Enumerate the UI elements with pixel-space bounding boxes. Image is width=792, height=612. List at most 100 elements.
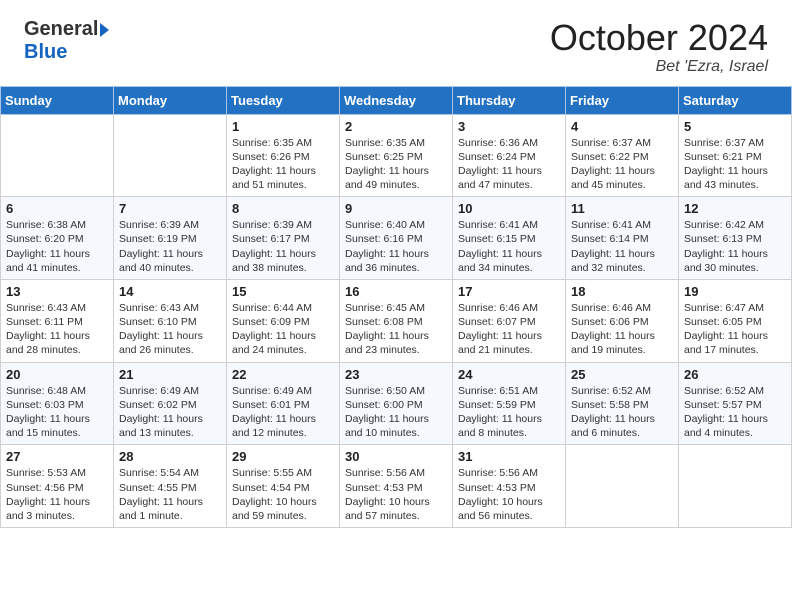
calendar-cell: 13 Sunrise: 6:43 AM Sunset: 6:11 PM Dayli…	[1, 279, 114, 362]
title-block: October 2024 Bet 'Ezra, Israel	[550, 18, 768, 76]
day-info: Sunrise: 6:40 AM Sunset: 6:16 PM Dayligh…	[345, 218, 447, 275]
day-info: Sunrise: 6:35 AM Sunset: 6:26 PM Dayligh…	[232, 136, 334, 193]
day-number: 10	[458, 201, 560, 216]
calendar-cell: 7Sunrise: 6:39 AM Sunset: 6:19 PM Daylig…	[114, 197, 227, 280]
day-number: 13	[6, 284, 108, 299]
day-number: 25	[571, 367, 673, 382]
day-info: Sunrise: 6:46 AM Sunset: 6:07 PM Dayligh…	[458, 301, 560, 358]
day-info: Sunrise: 5:56 AM Sunset: 4:53 PM Dayligh…	[345, 466, 447, 523]
day-info: Sunrise: 6:41 AM Sunset: 6:14 PM Dayligh…	[571, 218, 673, 275]
day-number: 9	[345, 201, 447, 216]
calendar-table: SundayMondayTuesdayWednesdayThursdayFrid…	[0, 86, 792, 528]
day-info: Sunrise: 6:52 AM Sunset: 5:58 PM Dayligh…	[571, 384, 673, 441]
calendar-cell: 19Sunrise: 6:47 AM Sunset: 6:05 PM Dayli…	[679, 279, 792, 362]
day-number: 30	[345, 449, 447, 464]
day-info: Sunrise: 6:49 AM Sunset: 6:01 PM Dayligh…	[232, 384, 334, 441]
day-number: 16	[345, 284, 447, 299]
calendar-cell: 11 Sunrise: 6:41 AM Sunset: 6:14 PM Dayli…	[566, 197, 679, 280]
day-number: 11	[571, 201, 673, 216]
calendar-cell	[114, 114, 227, 197]
logo-blue: Blue	[24, 41, 67, 63]
day-number: 14	[119, 284, 221, 299]
day-info: Sunrise: 5:53 AM Sunset: 4:56 PM Dayligh…	[6, 466, 108, 523]
day-number: 7	[119, 201, 221, 216]
calendar-cell: 8 Sunrise: 6:39 AM Sunset: 6:17 PM Daylig…	[227, 197, 340, 280]
calendar-cell: 30 Sunrise: 5:56 AM Sunset: 4:53 PM Dayli…	[340, 445, 453, 528]
calendar-cell	[566, 445, 679, 528]
calendar-cell	[1, 114, 114, 197]
calendar-cell: 15Sunrise: 6:44 AM Sunset: 6:09 PM Dayli…	[227, 279, 340, 362]
day-info: Sunrise: 5:54 AM Sunset: 4:55 PM Dayligh…	[119, 466, 221, 523]
day-number: 3	[458, 119, 560, 134]
day-info: Sunrise: 6:45 AM Sunset: 6:08 PM Dayligh…	[345, 301, 447, 358]
day-info: Sunrise: 6:35 AM Sunset: 6:25 PM Dayligh…	[345, 136, 447, 193]
calendar-header-row: SundayMondayTuesdayWednesdayThursdayFrid…	[1, 86, 792, 114]
day-info: Sunrise: 6:50 AM Sunset: 6:00 PM Dayligh…	[345, 384, 447, 441]
logo-triangle-icon	[100, 23, 109, 37]
month-title: October 2024	[550, 18, 768, 58]
day-number: 8	[232, 201, 334, 216]
day-number: 17	[458, 284, 560, 299]
calendar-cell: 16 Sunrise: 6:45 AM Sunset: 6:08 PM Dayli…	[340, 279, 453, 362]
day-info: Sunrise: 6:43 AM Sunset: 6:11 PM Dayligh…	[6, 301, 108, 358]
day-number: 20	[6, 367, 108, 382]
day-number: 31	[458, 449, 560, 464]
day-info: Sunrise: 5:56 AM Sunset: 4:53 PM Dayligh…	[458, 466, 560, 523]
location-title: Bet 'Ezra, Israel	[550, 58, 768, 76]
day-number: 21	[119, 367, 221, 382]
day-number: 27	[6, 449, 108, 464]
calendar-cell: 22 Sunrise: 6:49 AM Sunset: 6:01 PM Dayli…	[227, 362, 340, 445]
day-of-week-saturday: Saturday	[679, 86, 792, 114]
day-info: Sunrise: 6:52 AM Sunset: 5:57 PM Dayligh…	[684, 384, 786, 441]
calendar-cell: 18Sunrise: 6:46 AM Sunset: 6:06 PM Dayli…	[566, 279, 679, 362]
calendar-cell: 24Sunrise: 6:51 AM Sunset: 5:59 PM Dayli…	[453, 362, 566, 445]
day-number: 22	[232, 367, 334, 382]
calendar-cell: 27 Sunrise: 5:53 AM Sunset: 4:56 PM Dayli…	[1, 445, 114, 528]
calendar-week-row: 27 Sunrise: 5:53 AM Sunset: 4:56 PM Dayli…	[1, 445, 792, 528]
calendar-wrapper: SundayMondayTuesdayWednesdayThursdayFrid…	[0, 86, 792, 538]
day-of-week-friday: Friday	[566, 86, 679, 114]
page-header: General Blue October 2024 Bet 'Ezra, Isr…	[0, 0, 792, 86]
day-info: Sunrise: 6:46 AM Sunset: 6:06 PM Dayligh…	[571, 301, 673, 358]
day-info: Sunrise: 6:44 AM Sunset: 6:09 PM Dayligh…	[232, 301, 334, 358]
calendar-cell: 26Sunrise: 6:52 AM Sunset: 5:57 PM Dayli…	[679, 362, 792, 445]
calendar-cell: 29Sunrise: 5:55 AM Sunset: 4:54 PM Dayli…	[227, 445, 340, 528]
day-number: 19	[684, 284, 786, 299]
calendar-cell: 6 Sunrise: 6:38 AM Sunset: 6:20 PM Daylig…	[1, 197, 114, 280]
day-number: 12	[684, 201, 786, 216]
day-info: Sunrise: 6:38 AM Sunset: 6:20 PM Dayligh…	[6, 218, 108, 275]
calendar-cell: 21Sunrise: 6:49 AM Sunset: 6:02 PM Dayli…	[114, 362, 227, 445]
calendar-week-row: 1 Sunrise: 6:35 AM Sunset: 6:26 PM Daylig…	[1, 114, 792, 197]
day-number: 23	[345, 367, 447, 382]
calendar-cell: 31 Sunrise: 5:56 AM Sunset: 4:53 PM Dayli…	[453, 445, 566, 528]
day-number: 2	[345, 119, 447, 134]
calendar-cell: 25 Sunrise: 6:52 AM Sunset: 5:58 PM Dayli…	[566, 362, 679, 445]
day-info: Sunrise: 6:41 AM Sunset: 6:15 PM Dayligh…	[458, 218, 560, 275]
logo-general: General	[24, 18, 98, 41]
calendar-week-row: 13 Sunrise: 6:43 AM Sunset: 6:11 PM Dayli…	[1, 279, 792, 362]
calendar-cell: 12Sunrise: 6:42 AM Sunset: 6:13 PM Dayli…	[679, 197, 792, 280]
day-info: Sunrise: 6:43 AM Sunset: 6:10 PM Dayligh…	[119, 301, 221, 358]
calendar-cell: 10 Sunrise: 6:41 AM Sunset: 6:15 PM Dayli…	[453, 197, 566, 280]
day-number: 6	[6, 201, 108, 216]
day-number: 28	[119, 449, 221, 464]
day-of-week-sunday: Sunday	[1, 86, 114, 114]
day-number: 1	[232, 119, 334, 134]
day-number: 5	[684, 119, 786, 134]
calendar-week-row: 6 Sunrise: 6:38 AM Sunset: 6:20 PM Daylig…	[1, 197, 792, 280]
calendar-cell: 14 Sunrise: 6:43 AM Sunset: 6:10 PM Dayli…	[114, 279, 227, 362]
calendar-cell: 3 Sunrise: 6:36 AM Sunset: 6:24 PM Daylig…	[453, 114, 566, 197]
calendar-cell: 23 Sunrise: 6:50 AM Sunset: 6:00 PM Dayli…	[340, 362, 453, 445]
calendar-cell: 28 Sunrise: 5:54 AM Sunset: 4:55 PM Dayli…	[114, 445, 227, 528]
calendar-cell: 17 Sunrise: 6:46 AM Sunset: 6:07 PM Dayli…	[453, 279, 566, 362]
day-info: Sunrise: 6:36 AM Sunset: 6:24 PM Dayligh…	[458, 136, 560, 193]
day-of-week-wednesday: Wednesday	[340, 86, 453, 114]
day-info: Sunrise: 6:39 AM Sunset: 6:17 PM Dayligh…	[232, 218, 334, 275]
day-of-week-monday: Monday	[114, 86, 227, 114]
day-of-week-thursday: Thursday	[453, 86, 566, 114]
calendar-cell: 20Sunrise: 6:48 AM Sunset: 6:03 PM Dayli…	[1, 362, 114, 445]
calendar-cell: 1 Sunrise: 6:35 AM Sunset: 6:26 PM Daylig…	[227, 114, 340, 197]
day-info: Sunrise: 5:55 AM Sunset: 4:54 PM Dayligh…	[232, 466, 334, 523]
calendar-cell: 9 Sunrise: 6:40 AM Sunset: 6:16 PM Daylig…	[340, 197, 453, 280]
calendar-cell	[679, 445, 792, 528]
